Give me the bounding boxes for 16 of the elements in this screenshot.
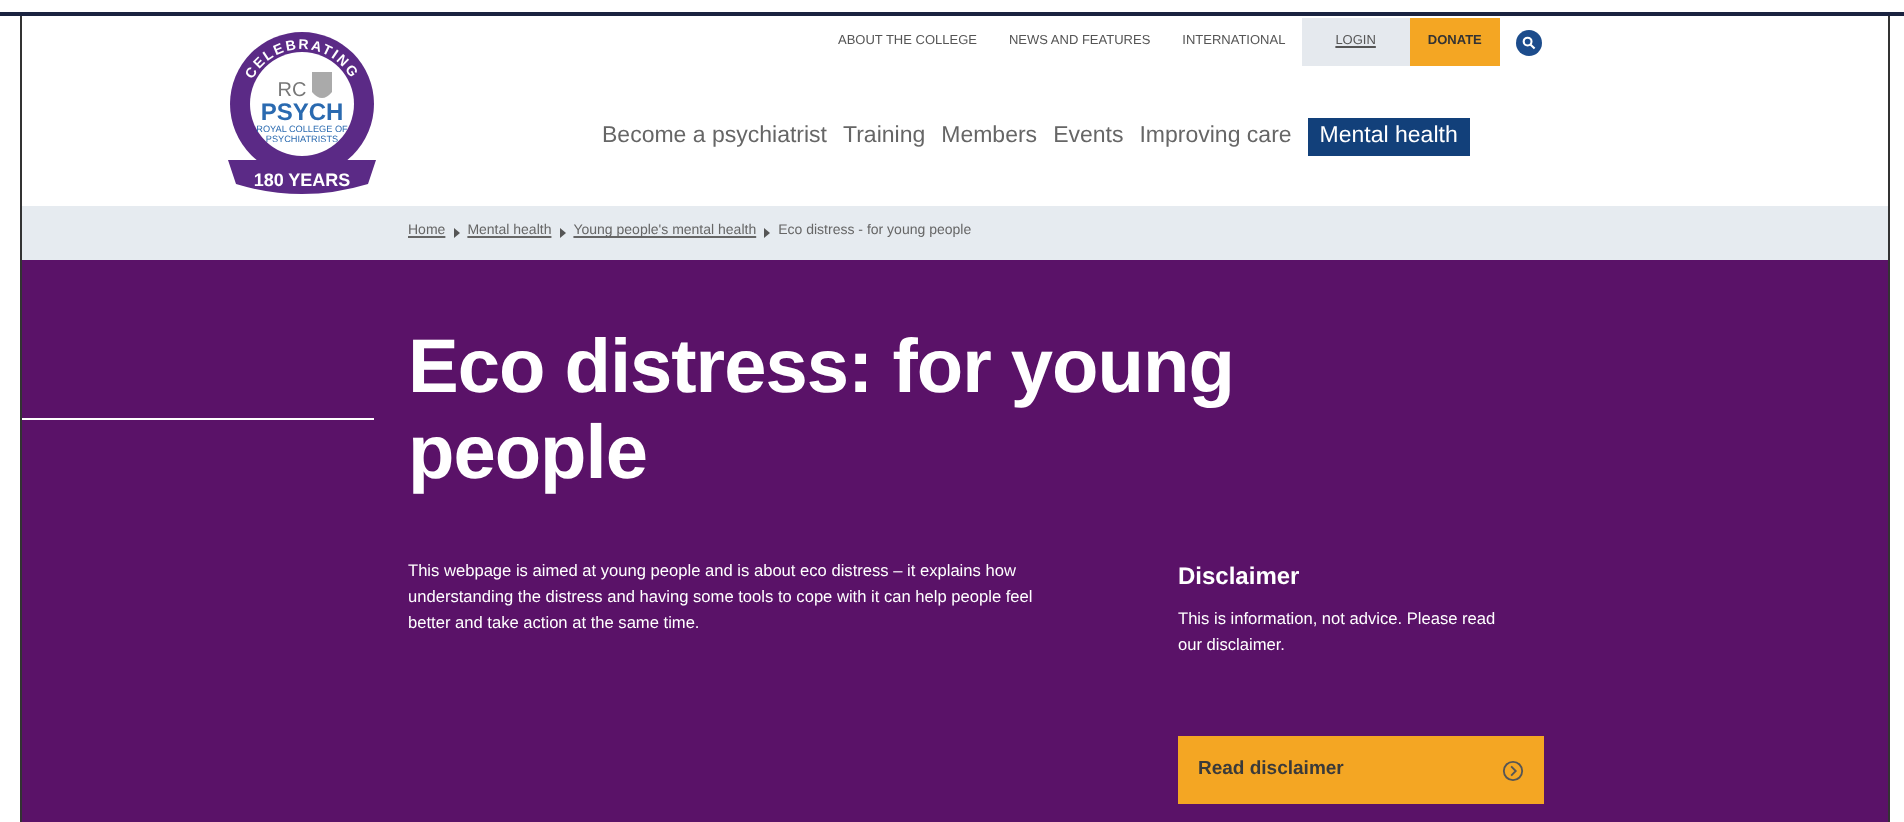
- main-nav-link[interactable]: Training: [843, 120, 926, 155]
- disclaimer-heading: Disclaimer: [1178, 560, 1302, 594]
- chevron-icon: [559, 228, 566, 238]
- disclaimer-text: This is information, not advice. Please read our disclaimer.: [1178, 606, 1498, 658]
- arrow-circle-icon: [1502, 759, 1524, 781]
- page-title: Eco distress: for young people: [408, 326, 1236, 498]
- chevron-icon: [453, 228, 460, 238]
- search-icon[interactable]: [1515, 29, 1542, 55]
- read-disclaimer-button[interactable]: Read disclaimer: [1178, 736, 1544, 804]
- main-nav-link[interactable]: Members: [941, 120, 1038, 155]
- main-nav-link[interactable]: Become a psychiatrist: [602, 120, 827, 155]
- main-nav-link[interactable]: Improving care: [1139, 120, 1292, 155]
- main-nav-link[interactable]: Events: [1053, 120, 1124, 155]
- chevron-icon: [764, 228, 771, 238]
- intro-paragraph: This webpage is aimed at young people and is about eco distress – it explains how understanding the distress and having some tools to cope with it can help people feel better and take action at the same time.: [408, 558, 1035, 636]
- main-nav-link[interactable]: Mental health: [1307, 118, 1470, 157]
